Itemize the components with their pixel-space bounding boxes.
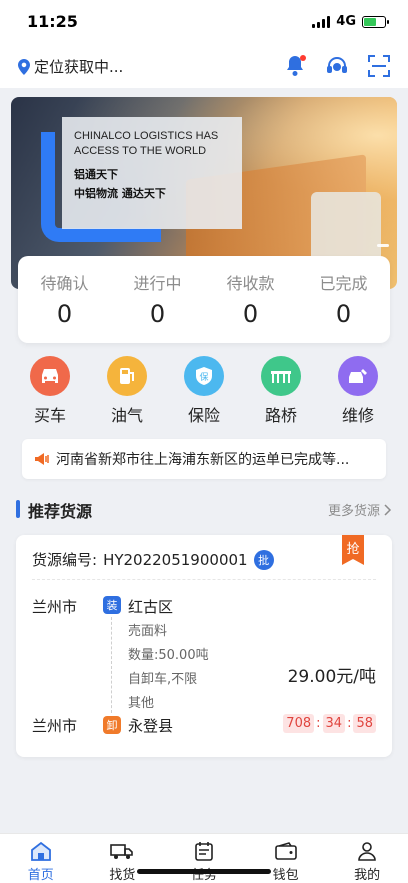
origin-city: 兰州市 (32, 598, 78, 616)
chevron-right-icon (384, 503, 392, 516)
signal-icon (312, 15, 331, 28)
unload-tag: 卸 (103, 716, 121, 734)
fuel-icon (107, 356, 147, 396)
notification-button[interactable] (282, 53, 308, 79)
tab-wallet[interactable]: 钱包 (245, 834, 327, 883)
home-icon (29, 840, 53, 862)
banner-text-card: CHINALCO LOGISTICS HAS ACCESS TO THE WOR… (62, 117, 242, 229)
timer-hours: 708 (283, 714, 315, 733)
service-fuel[interactable]: 油气 (93, 356, 161, 426)
profile-icon (355, 840, 379, 862)
stat-pending-confirm[interactable]: 待确认 0 (18, 256, 111, 343)
section-title: 推荐货源 (28, 502, 93, 521)
top-header: 定位获取中... (0, 44, 408, 88)
megaphone-icon (35, 453, 49, 465)
service-insurance[interactable]: 保 保险 (170, 356, 238, 426)
tab-profile[interactable]: 我的 (326, 834, 408, 883)
cargo-vehicle: 自卸车,不限 (128, 672, 198, 687)
grab-order-badge[interactable]: 抢 (342, 535, 364, 565)
stat-completed[interactable]: 已完成 0 (297, 256, 390, 343)
banner-pagination (377, 244, 389, 247)
repair-icon (338, 356, 378, 396)
service-grid: 买车 油气 保 保险 路桥 维修 (16, 356, 392, 426)
location-selector[interactable]: 定位获取中... (18, 56, 123, 77)
cargo-quantity: 数量:50.00吨 (128, 648, 209, 663)
banner-slogan-2: 中铝物流 通达天下 (74, 187, 166, 200)
recommended-cargo-header: 推荐货源 更多货源 (16, 497, 392, 521)
home-indicator (137, 869, 271, 874)
route-line (111, 617, 112, 713)
wallet-icon (274, 840, 298, 862)
scan-icon (368, 55, 390, 77)
notice-bar[interactable]: 河南省新郑市往上海浦东新区的运单已完成等... (22, 439, 386, 479)
location-pin-icon (18, 58, 30, 75)
cargo-number-label: 货源编号: (32, 551, 98, 569)
status-indicators: 4G (312, 14, 389, 29)
car-icon (30, 356, 70, 396)
bridge-icon (261, 356, 301, 396)
load-tag: 装 (103, 596, 121, 614)
timer-seconds: 58 (353, 714, 376, 733)
status-bar: 11:25 4G (0, 0, 408, 44)
service-road-bridge[interactable]: 路桥 (247, 356, 315, 426)
more-cargo-link[interactable]: 更多货源 (328, 500, 392, 519)
stat-pending-payment[interactable]: 待收款 0 (204, 256, 297, 343)
network-label: 4G (336, 14, 356, 29)
headset-icon (327, 57, 347, 73)
section-accent-bar (16, 500, 20, 518)
tab-tasks[interactable]: 任务 (163, 834, 245, 883)
scan-button[interactable] (366, 53, 392, 79)
tab-find-cargo[interactable]: 找货 (82, 834, 164, 883)
tab-home[interactable]: 首页 (0, 834, 82, 883)
status-time: 11:25 (27, 12, 78, 31)
cargo-material: 売面料 (128, 624, 168, 639)
origin-district: 红古区 (128, 598, 174, 616)
svg-text:保: 保 (199, 371, 208, 383)
notice-text: 河南省新郑市往上海浦东新区的运单已完成等... (56, 452, 350, 468)
cargo-price: 29.00元/吨 (287, 667, 376, 687)
stat-in-progress[interactable]: 进行中 0 (111, 256, 204, 343)
service-repair[interactable]: 维修 (324, 356, 392, 426)
task-icon (192, 840, 216, 862)
location-text: 定位获取中... (34, 58, 124, 76)
bottom-tab-bar: 首页 找货 任务 钱包 我的 (0, 833, 408, 883)
customer-service-button[interactable] (324, 53, 350, 79)
service-buy-car[interactable]: 买车 (16, 356, 84, 426)
insurance-icon: 保 (184, 356, 224, 396)
truck-icon (110, 840, 134, 862)
destination-city: 兰州市 (32, 717, 78, 735)
cargo-card[interactable]: 抢 货源编号: HY2022051900001 批 兰州市 装 红古区 売面料 … (16, 535, 392, 757)
battery-icon (362, 15, 389, 28)
batch-badge: 批 (253, 549, 274, 570)
cargo-other: 其他 (128, 696, 155, 711)
cargo-number-row: 货源编号: HY2022051900001 批 (32, 549, 274, 570)
destination-district: 永登县 (128, 717, 174, 735)
banner-slogan-1: 铝通天下 (74, 168, 118, 181)
timer-minutes: 34 (322, 714, 346, 733)
cargo-number: HY2022051900001 (103, 550, 248, 569)
notification-dot (300, 55, 306, 61)
card-divider (32, 579, 376, 580)
countdown-timer: 708 : 34 : 58 (283, 714, 376, 733)
order-stats-card: 待确认 0 进行中 0 待收款 0 已完成 0 (18, 256, 390, 343)
banner-english-slogan: CHINALCO LOGISTICS HAS ACCESS TO THE WOR… (74, 130, 219, 157)
